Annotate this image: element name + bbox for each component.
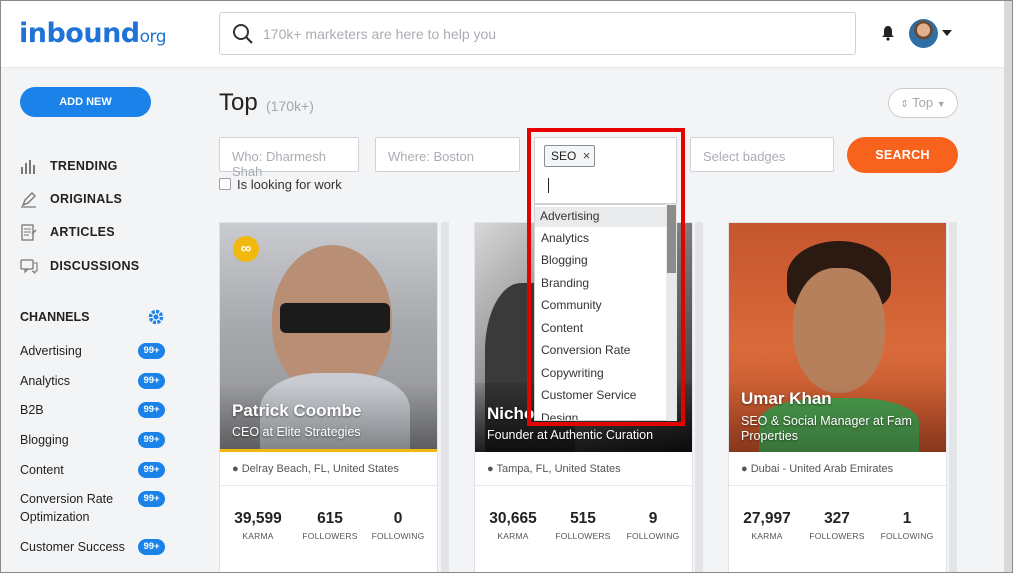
- where-filter-input[interactable]: Where: Boston: [375, 137, 520, 172]
- member-location: ● Tampa, FL, United States: [487, 463, 621, 475]
- search-placeholder: 170k+ marketers are here to help you: [263, 26, 497, 42]
- card-scrollbar: [949, 222, 957, 572]
- add-new-button[interactable]: ADD NEW: [20, 87, 151, 117]
- bell-icon[interactable]: [880, 25, 896, 41]
- badges-placeholder: Select badges: [703, 149, 786, 164]
- member-role: CEO at Elite Strategies: [232, 425, 361, 439]
- who-placeholder: Who: Dharmesh Shah: [232, 149, 326, 179]
- app-window: inboundorg 170k+ marketers are here to h…: [0, 0, 1013, 573]
- user-avatar[interactable]: [909, 19, 938, 48]
- channel-customer-success[interactable]: Customer Success: [20, 538, 125, 556]
- sort-icon: ⇕: [900, 99, 909, 110]
- followers-value: 515: [570, 510, 596, 527]
- looking-for-work-label: Is looking for work: [237, 177, 342, 192]
- highlight-annotation: [527, 128, 685, 426]
- member-name[interactable]: Patrick Coombe: [232, 401, 361, 421]
- divider: [220, 485, 437, 486]
- logo-text: inbound: [19, 18, 140, 49]
- followers-label: FOLLOWERS: [302, 531, 358, 541]
- following-label: FOLLOWING: [880, 531, 934, 541]
- member-count: (170k+): [266, 98, 314, 114]
- karma-value: 27,997: [743, 510, 791, 527]
- channel-count-badge: 99+: [138, 491, 165, 507]
- channel-count-badge: 99+: [138, 402, 165, 418]
- location-text: Delray Beach, FL, United States: [241, 463, 399, 475]
- followers-value: 615: [317, 510, 343, 527]
- location-pin-icon: ●: [232, 463, 239, 475]
- badges-filter-input[interactable]: Select badges: [690, 137, 834, 172]
- where-placeholder: Where: Boston: [388, 149, 474, 164]
- document-icon: [21, 224, 37, 241]
- looking-for-work-checkbox[interactable]: [219, 178, 231, 190]
- channel-conversion-rate-optimization[interactable]: Conversion Rate Optimization: [20, 490, 130, 526]
- karma-value: 30,665: [489, 510, 537, 527]
- nav-label: ARTICLES: [50, 225, 115, 239]
- who-filter-input[interactable]: Who: Dharmesh Shah: [219, 137, 359, 179]
- channel-count-badge: 99+: [138, 432, 165, 448]
- following-value: 0: [393, 510, 403, 527]
- karma-label: KARMA: [751, 531, 783, 541]
- location-text: Tampa, FL, United States: [496, 463, 621, 475]
- channel-content[interactable]: Content: [20, 461, 64, 479]
- member-role: SEO & Social Manager at Fam Properties: [741, 414, 912, 443]
- divider: [729, 485, 946, 486]
- divider: [475, 485, 692, 486]
- nav-label: DISCUSSIONS: [50, 259, 140, 273]
- following-label: FOLLOWING: [626, 531, 680, 541]
- chevron-down-icon[interactable]: [942, 30, 952, 36]
- channel-b2b[interactable]: B2B: [20, 401, 44, 419]
- channel-count-badge: 99+: [138, 462, 165, 478]
- channels-heading: CHANNELS: [20, 310, 90, 324]
- member-location: ● Dubai - United Arab Emirates: [741, 463, 893, 475]
- member-name[interactable]: Umar Khan: [741, 389, 832, 409]
- location-text: Dubai - United Arab Emirates: [750, 463, 894, 475]
- search-button[interactable]: SEARCH: [847, 137, 958, 173]
- karma-label: KARMA: [497, 531, 529, 541]
- following-label: FOLLOWING: [371, 531, 425, 541]
- karma-label: KARMA: [242, 531, 274, 541]
- card-scrollbar: [441, 222, 449, 572]
- followers-label: FOLLOWERS: [555, 531, 611, 541]
- followers-label: FOLLOWERS: [809, 531, 865, 541]
- channel-blogging[interactable]: Blogging: [20, 431, 69, 449]
- member-location: ● Delray Beach, FL, United States: [232, 463, 399, 475]
- card-scrollbar: [695, 222, 703, 572]
- location-pin-icon: ●: [741, 463, 748, 475]
- karma-value: 39,599: [234, 510, 282, 527]
- global-search-input[interactable]: 170k+ marketers are here to help you: [219, 12, 856, 55]
- member-card[interactable]: ∞ Patrick Coombe CEO at Elite Strategies…: [219, 222, 438, 572]
- location-pin-icon: ●: [487, 463, 494, 475]
- followers-value: 327: [824, 510, 850, 527]
- sort-label: Top: [912, 95, 934, 110]
- pen-icon: [21, 192, 36, 208]
- page-title: Top: [219, 89, 258, 116]
- following-value: 9: [648, 510, 658, 527]
- channel-count-badge: 99+: [138, 539, 165, 555]
- search-icon: [233, 24, 253, 44]
- member-role: Founder at Authentic Curation: [487, 428, 654, 442]
- logo[interactable]: inboundorg: [19, 18, 167, 49]
- top-header: inboundorg 170k+ marketers are here to h…: [1, 1, 1006, 68]
- channel-count-badge: 99+: [138, 343, 165, 359]
- nav-label: ORIGINALS: [50, 192, 123, 206]
- bar-chart-icon: [21, 160, 35, 174]
- sort-dropdown[interactable]: ⇕ Top ▼: [888, 88, 958, 118]
- nav-label: TRENDING: [50, 159, 118, 173]
- gear-icon[interactable]: [147, 308, 165, 326]
- chat-icon: [20, 259, 38, 275]
- channel-analytics[interactable]: Analytics: [20, 372, 70, 390]
- channel-advertising[interactable]: Advertising: [20, 342, 82, 360]
- channel-count-badge: 99+: [138, 373, 165, 389]
- following-value: 1: [902, 510, 912, 527]
- chevron-down-icon: ▼: [936, 99, 946, 109]
- member-card[interactable]: Umar Khan SEO & Social Manager at Fam Pr…: [728, 222, 947, 572]
- logo-tld: org: [139, 27, 167, 47]
- infinity-badge-icon: ∞: [233, 236, 259, 262]
